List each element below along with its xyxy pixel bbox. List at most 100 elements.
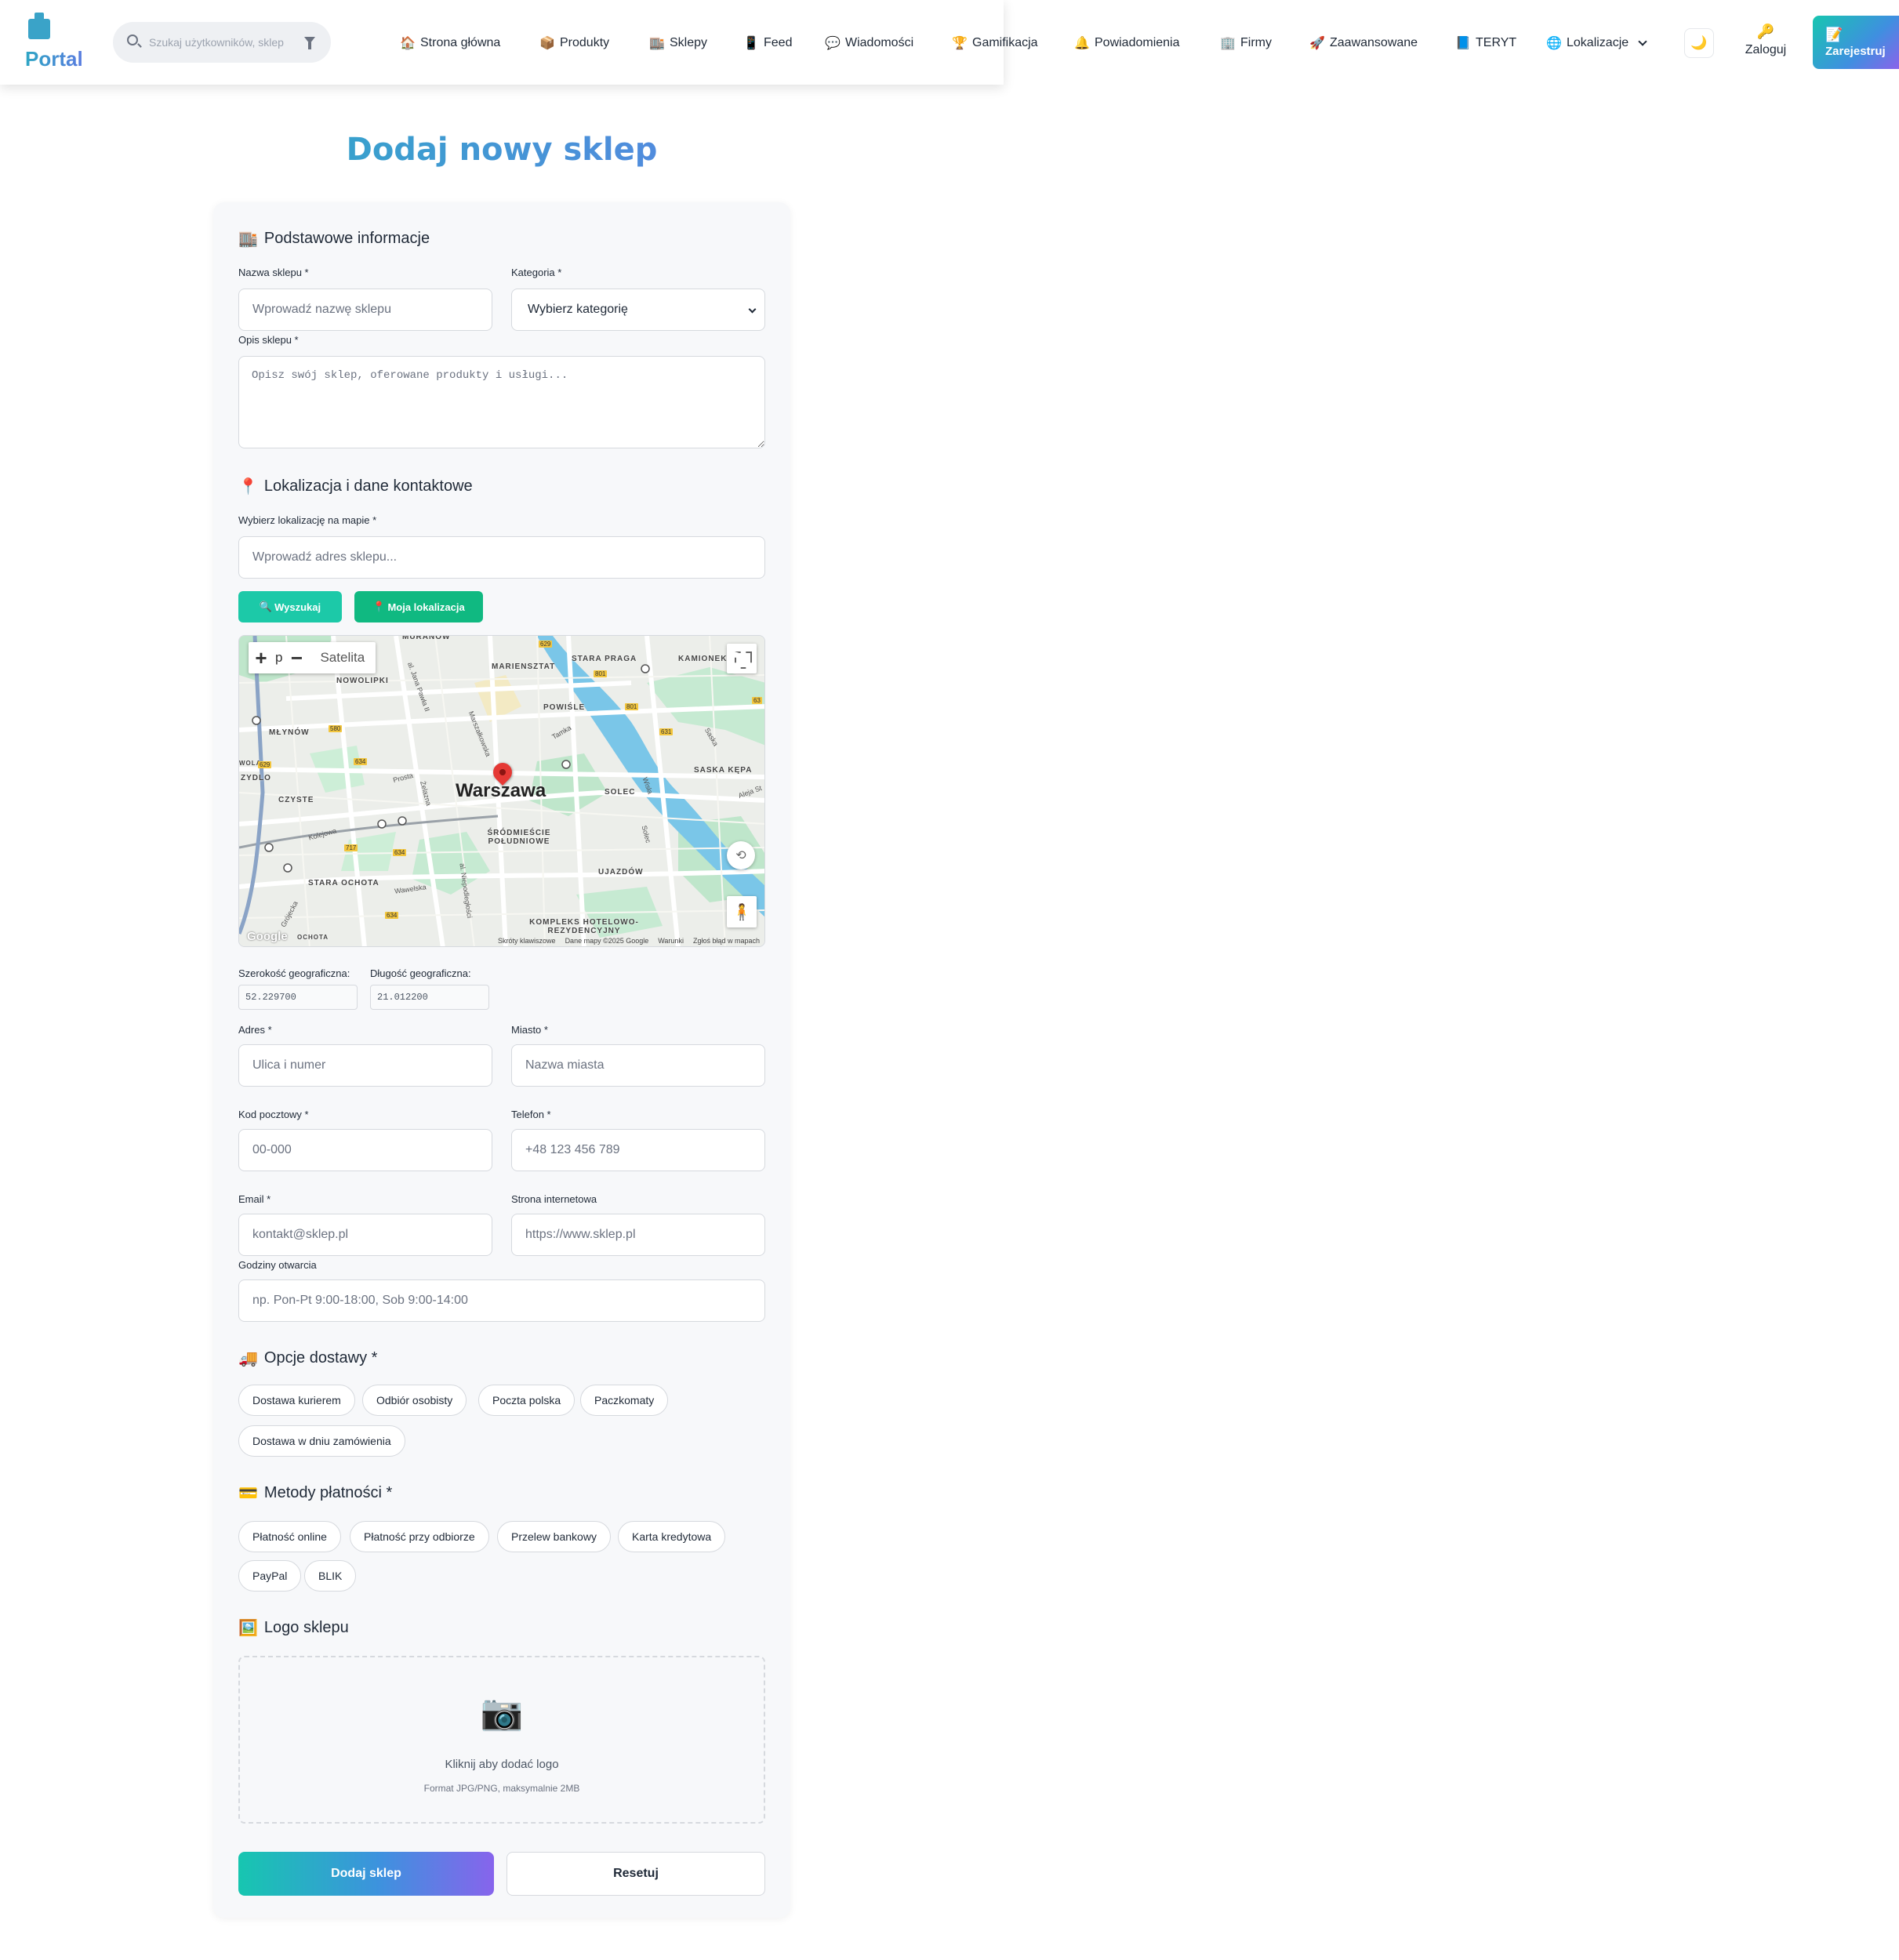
website-input[interactable] [511,1214,765,1256]
hours-input[interactable] [238,1279,765,1322]
map-type-label[interactable]: p [275,650,282,666]
delivery-option-pickup[interactable]: Odbiór osobisty [362,1385,467,1416]
logo-upload-dropzone[interactable]: 📷 Kliknij aby dodać logo Format JPG/PNG,… [238,1656,765,1824]
search-address-button[interactable]: 🔍 Wyszukaj [238,591,342,622]
box-icon: 📦 [539,37,555,50]
reset-form-button[interactable]: Resetuj [507,1852,765,1896]
login-button[interactable]: 🔑 Zaloguj [1741,24,1791,57]
store-icon: 🏬 [238,230,258,248]
map-book-icon: 📘 [1455,37,1471,50]
phone-input[interactable] [511,1129,765,1171]
nav-notifications[interactable]: 🔔 Powiadomienia [1074,31,1179,55]
map-district-label: KAMIONEK [678,655,728,663]
zip-label: Kod pocztowy * [238,1109,309,1120]
trophy-icon: 🏆 [952,37,968,50]
nav-advanced[interactable]: 🚀 Zaawansowane [1309,31,1418,55]
nav-companies-label: Firmy [1240,36,1272,49]
street-input[interactable] [238,1044,492,1087]
email-input[interactable] [238,1214,492,1256]
city-label: Miasto * [511,1024,548,1036]
upload-format: Format JPG/PNG, maksymalnie 2MB [423,1783,580,1794]
location-heading: 📍 Lokalizacja i dane kontaktowe [238,477,473,496]
credit-card-icon: 💳 [238,1485,258,1502]
nav-locations-label: Lokalizacje [1567,36,1629,49]
description-textarea[interactable] [238,356,765,448]
category-selected-value: Wybierz kategorię [528,303,628,316]
zoom-in-icon[interactable]: + [249,642,274,673]
map-road-number: 629 [539,641,553,648]
register-label: Zarejestruj [1825,45,1886,58]
map-location-label: Wybierz lokalizację na mapie * [238,514,377,526]
store-name-input[interactable] [238,289,492,331]
zoom-out-icon[interactable]: − [284,642,309,673]
city-input[interactable] [511,1044,765,1087]
nav-messages[interactable]: 💬 Wiadomości [825,31,913,55]
chat-icon: 💬 [825,37,841,50]
delivery-option-post[interactable]: Poczta polska [478,1385,576,1416]
nav-companies[interactable]: 🏢 Firmy [1220,31,1272,55]
category-select[interactable]: Wybierz kategorię [511,289,765,331]
search-input[interactable] [149,33,296,52]
phone-icon: 📱 [743,37,759,50]
payment-option-online[interactable]: Płatność online [238,1521,341,1552]
memo-icon: 📝 [1825,27,1843,42]
map-data-credit: Dane mapy ©2025 Google [565,937,649,945]
location-map[interactable]: MURANÓW MARIENSZTAT STARA PRAGA KAMIONEK… [238,635,765,947]
map-district-label: NOWOLIPKI [336,677,389,685]
delivery-option-courier[interactable]: Dostawa kurierem [238,1385,355,1416]
rotate-icon[interactable]: ⟲ [727,841,755,869]
delivery-title: Opcje dostawy * [263,1349,378,1367]
street-view-pegman-icon[interactable]: 🧍 [727,896,757,927]
nav-products[interactable]: 📦 Produkty [539,31,609,55]
my-location-button[interactable]: 📍 Moja lokalizacja [354,591,483,622]
payment-option-cod[interactable]: Płatność przy odbiorze [350,1521,489,1552]
satellite-toggle[interactable]: Satelita [309,650,376,666]
map-report-link[interactable]: Zgłoś błąd w mapach [693,937,760,945]
delivery-option-parcel-locker[interactable]: Paczkomaty [580,1385,669,1416]
portal-logo[interactable]: Portal [25,13,85,71]
nav-stores-label: Sklepy [670,36,708,49]
basic-info-heading: 🏬 Podstawowe informacje [238,229,430,249]
payment-option-blik[interactable]: BLIK [304,1560,357,1592]
my-location-label: Moja lokalizacja [387,601,465,613]
address-search-input[interactable] [238,536,765,579]
submit-store-button[interactable]: Dodaj sklep [238,1852,494,1896]
fullscreen-icon[interactable] [727,644,757,673]
key-icon: 🔑 [1756,24,1775,39]
nav-teryt[interactable]: 📘 TERYT [1455,31,1516,55]
pin-icon: 📍 [238,478,258,495]
map-terms-link[interactable]: Warunki [658,937,684,945]
zip-input[interactable] [238,1129,492,1171]
nav-feed[interactable]: 📱 Feed [743,31,792,55]
nav-gamification[interactable]: 🏆 Gamifikacja [952,31,1038,55]
nav-advanced-label: Zaawansowane [1330,36,1418,49]
map-district-label: ŚRÓDMIEŚCIE POŁUDNIOWE [487,829,551,846]
delivery-option-same-day[interactable]: Dostawa w dniu zamówienia [238,1425,405,1457]
map-district-label: MŁYNÓW [269,728,310,737]
nav-locations-dropdown[interactable]: 🌐 Lokalizacje [1546,31,1647,55]
payment-option-paypal[interactable]: PayPal [238,1560,302,1592]
email-label: Email * [238,1193,271,1205]
logo-heading: 🖼️ Logo sklepu [238,1618,349,1638]
filter-icon[interactable] [304,37,315,49]
map-type-control: + p − Satelita [249,642,376,673]
payment-heading: 💳 Metody płatności * [238,1483,392,1503]
store-name-label: Nazwa sklepu * [238,267,309,278]
map-district-label: MARIENSZTAT [492,662,556,671]
nav-home-label: Strona główna [420,36,501,49]
nav-stores[interactable]: 🏬 Sklepy [649,31,707,55]
map-shortcuts-link[interactable]: Skróty klawiszowe [498,937,556,945]
map-road-number: 631 [659,728,674,735]
basic-info-title: Podstawowe informacje [263,230,430,247]
truck-icon: 🚚 [238,1350,258,1367]
map-district-label: KOMPLEKS HOTELOWO-REZYDENCYJNY [529,918,639,935]
latitude-label: Szerokość geograficzna: [238,967,350,979]
register-button[interactable]: 📝 Zarejestruj [1813,16,1899,69]
payment-option-card[interactable]: Karta kredytowa [618,1521,726,1552]
map-district-label: CZYSTE [278,796,314,804]
nav-home[interactable]: 🏠 Strona główna [400,31,500,55]
payment-option-transfer[interactable]: Przelew bankowy [497,1521,611,1552]
chevron-down-icon [1638,37,1647,46]
nav-feed-label: Feed [764,36,793,49]
theme-toggle-button[interactable]: 🌙 [1684,28,1714,58]
